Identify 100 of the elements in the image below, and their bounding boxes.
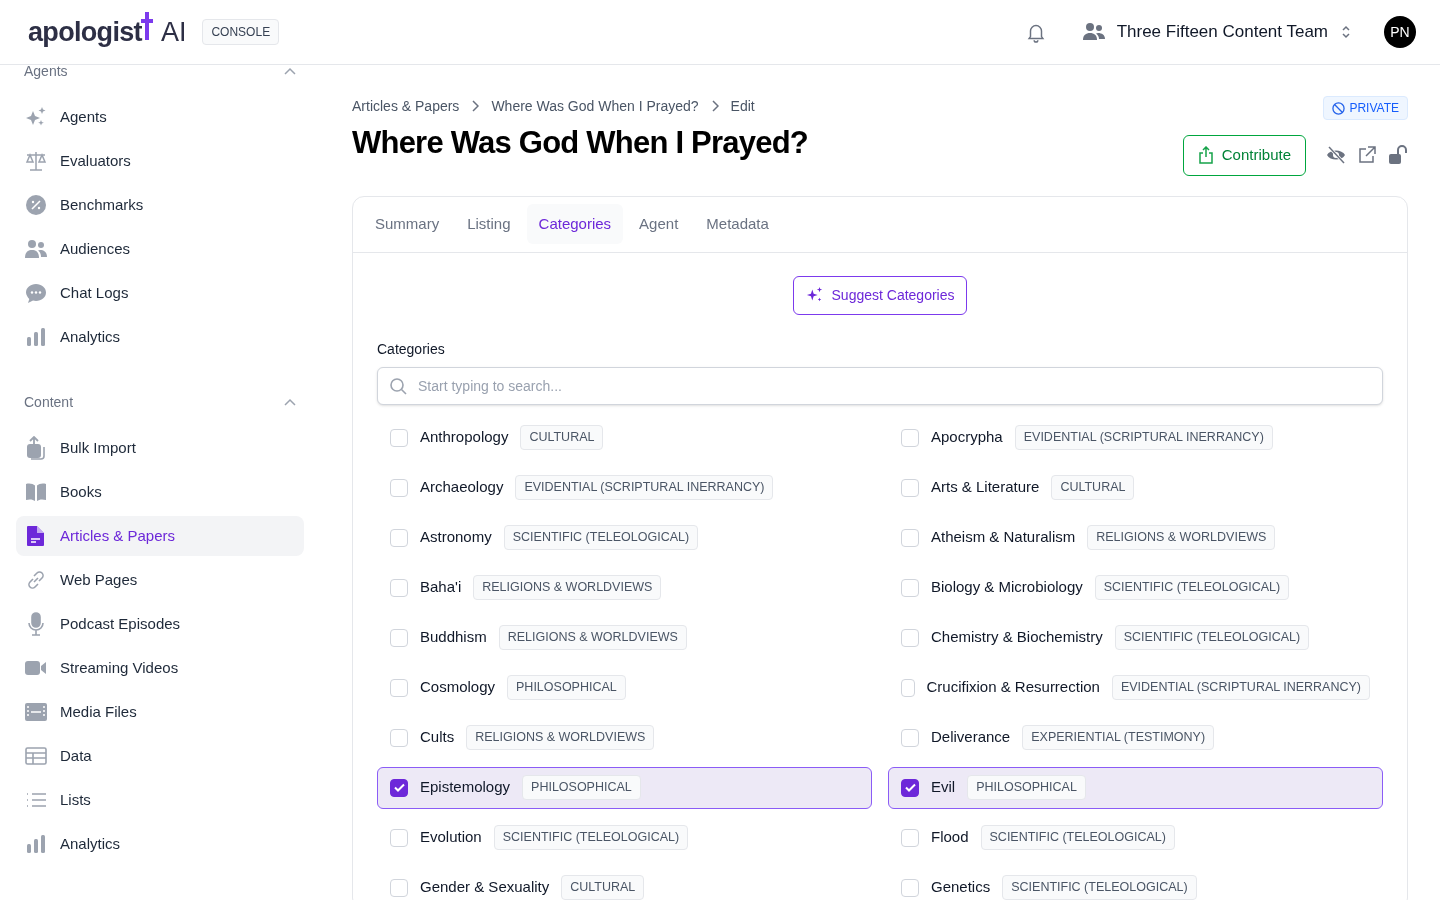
- checkbox[interactable]: [901, 778, 919, 797]
- category-name: Biology & Microbiology: [931, 577, 1083, 598]
- logo-text: apologist: [28, 15, 142, 49]
- category-tag: RELIGIONS & WORLDVIEWS: [498, 625, 687, 650]
- sidebar-item[interactable]: Articles & Papers: [16, 516, 304, 556]
- users-icon: [1082, 23, 1105, 41]
- category-tag: SCIENTIFIC (TELEOLOGICAL): [1002, 875, 1197, 900]
- bar-chart-icon: [26, 834, 46, 854]
- category-name: Epistemology: [420, 777, 511, 798]
- section-heading: Agents: [24, 61, 68, 81]
- tab[interactable]: Metadata: [694, 203, 781, 245]
- category-tag: RELIGIONS & WORLDVIEWS: [473, 575, 662, 600]
- chevron-updown-icon: [1340, 24, 1352, 40]
- upload-icon: [25, 436, 47, 460]
- page-title: Where Was God When I Prayed?: [352, 124, 808, 162]
- search-icon: [389, 376, 407, 395]
- checkbox[interactable]: [390, 778, 408, 797]
- table-icon: [25, 747, 47, 765]
- sidebar-item[interactable]: Analytics: [16, 317, 304, 357]
- users-icon: [25, 239, 47, 259]
- list-icon: [26, 792, 46, 808]
- private-badge: PRIVATE: [1323, 96, 1408, 120]
- sidebar-item[interactable]: Benchmarks: [16, 185, 304, 225]
- category-tag: EVIDENTIAL (SCRIPTURAL INERRANCY): [515, 475, 774, 500]
- sidebar-item[interactable]: Chat Logs: [16, 273, 304, 313]
- percent-badge-icon: [25, 194, 47, 216]
- sidebar-item[interactable]: Media Files: [16, 692, 304, 732]
- breadcrumb-link[interactable]: Articles & Papers: [352, 96, 460, 116]
- category-name: Archaeology: [420, 477, 504, 498]
- prohibited-icon: [1332, 101, 1346, 115]
- category-tag: RELIGIONS & WORLDVIEWS: [1087, 525, 1276, 550]
- video-camera-icon: [25, 660, 47, 676]
- sidebar-item[interactable]: Analytics: [16, 824, 304, 864]
- sparkles-icon: [805, 286, 824, 304]
- contribute-button[interactable]: Contribute: [1182, 135, 1306, 176]
- category-tag: EVIDENTIAL (SCRIPTURAL INERRANCY): [1111, 675, 1370, 700]
- category-name: Baha'i: [420, 577, 462, 598]
- category-tag: CULTURAL: [520, 425, 604, 450]
- book-icon: [25, 482, 47, 502]
- category-tag: SCIENTIFIC (TELEOLOGICAL): [1114, 625, 1310, 650]
- section-heading: Content: [24, 392, 74, 412]
- sidebar-item[interactable]: Evaluators: [16, 141, 304, 181]
- category-name: Crucifixion & Resurrection: [926, 677, 1100, 698]
- category-name: Genetics: [931, 877, 991, 898]
- categories-label: Categories: [377, 339, 446, 359]
- team-switcher[interactable]: Three Fifteen Content Team: [1082, 19, 1352, 45]
- chevron-icon[interactable]: [284, 67, 296, 75]
- category-tag: PHILOSOPHICAL: [507, 675, 626, 700]
- tab[interactable]: Listing: [455, 203, 523, 245]
- share-icon: [1197, 146, 1214, 165]
- user-avatar[interactable]: PN: [1384, 16, 1416, 48]
- category-tag: SCIENTIFIC (TELEOLOGICAL): [503, 525, 699, 550]
- category-name: Cosmology: [420, 677, 496, 698]
- tab[interactable]: Categories: [526, 203, 624, 245]
- check-icon: [904, 783, 916, 792]
- sidebar-item[interactable]: Audiences: [16, 229, 304, 269]
- category-tag: CULTURAL: [561, 875, 645, 900]
- link-icon: [25, 569, 47, 591]
- category-tag: EVIDENTIAL (SCRIPTURAL INERRANCY): [1014, 425, 1273, 450]
- external-link-icon[interactable]: [1358, 146, 1376, 165]
- category-tag: RELIGIONS & WORLDVIEWS: [466, 725, 655, 750]
- category-name: Evolution: [420, 827, 482, 848]
- microphone-icon: [27, 612, 45, 636]
- sidebar-item[interactable]: Web Pages: [16, 560, 304, 600]
- breadcrumb-link[interactable]: Where Was God When I Prayed?: [491, 96, 699, 116]
- category-name: Cults: [420, 727, 455, 748]
- sidebar-item[interactable]: Agents: [16, 97, 304, 137]
- category-tag: PHILOSOPHICAL: [522, 775, 641, 800]
- film-icon: [25, 703, 47, 721]
- category-name: Flood: [931, 827, 969, 848]
- tab[interactable]: Summary: [363, 203, 452, 245]
- tab[interactable]: Agent: [627, 203, 691, 245]
- unlocked-icon[interactable]: [1388, 145, 1408, 166]
- category-name: Evil: [931, 777, 956, 798]
- breadcrumb-link[interactable]: Edit: [730, 96, 755, 116]
- chevron-right-icon: [710, 100, 719, 112]
- category-tag: CULTURAL: [1051, 475, 1135, 500]
- category-name: Apocrypha: [931, 427, 1003, 448]
- eye-slash-icon[interactable]: [1326, 146, 1346, 165]
- sidebar-item[interactable]: Data: [16, 736, 304, 776]
- suggest-categories-button[interactable]: Suggest Categories: [792, 275, 968, 315]
- category-name: Anthropology: [420, 427, 509, 448]
- category-tag: SCIENTIFIC (TELEOLOGICAL): [493, 825, 689, 850]
- sidebar-item[interactable]: Lists: [16, 780, 304, 820]
- sidebar-item[interactable]: Streaming Videos: [16, 648, 304, 688]
- category-name: Astronomy: [420, 527, 492, 548]
- category-tag: EXPERIENTIAL (TESTIMONY): [1022, 725, 1215, 750]
- check-icon: [393, 783, 405, 792]
- sidebar-item[interactable]: Bulk Import: [16, 428, 304, 468]
- category-tag: SCIENTIFIC (TELEOLOGICAL): [980, 825, 1175, 850]
- sidebar-item[interactable]: Podcast Episodes: [16, 604, 304, 644]
- document-icon: [26, 525, 46, 547]
- scale-icon: [25, 150, 47, 172]
- logo-suffix: AI: [160, 15, 187, 49]
- chevron-icon[interactable]: [284, 398, 296, 406]
- sidebar-item[interactable]: Books: [16, 472, 304, 512]
- category-tag: PHILOSOPHICAL: [967, 775, 1086, 800]
- category-tag: SCIENTIFIC (TELEOLOGICAL): [1094, 575, 1290, 600]
- search-field[interactable]: Start typing to search...: [377, 366, 1383, 405]
- chat-bubble-icon: [25, 282, 47, 304]
